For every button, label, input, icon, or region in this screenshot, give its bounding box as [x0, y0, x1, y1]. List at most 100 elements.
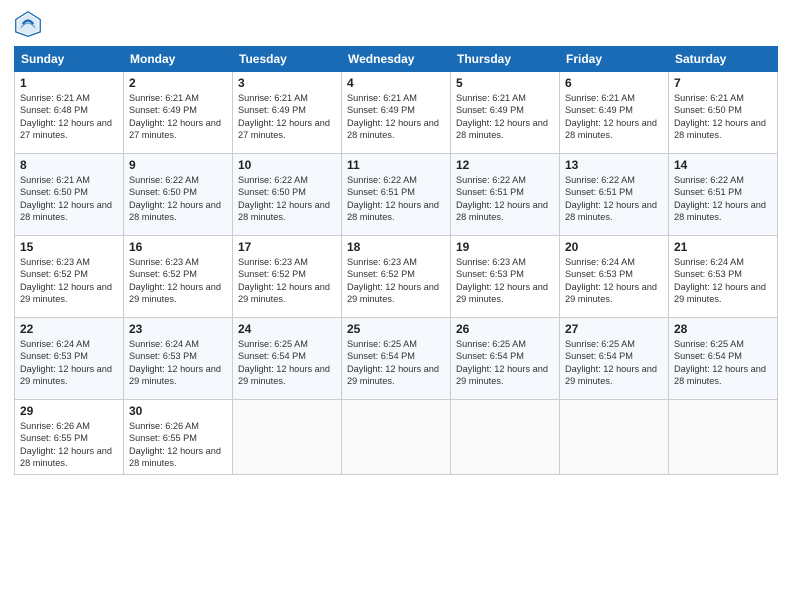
calendar-cell: 8 Sunrise: 6:21 AMSunset: 6:50 PMDaylight…	[15, 154, 124, 236]
cell-info: Sunrise: 6:25 AMSunset: 6:54 PMDaylight:…	[347, 339, 439, 386]
cell-info: Sunrise: 6:25 AMSunset: 6:54 PMDaylight:…	[565, 339, 657, 386]
cell-info: Sunrise: 6:21 AMSunset: 6:50 PMDaylight:…	[20, 175, 112, 222]
day-number: 13	[565, 158, 663, 172]
day-number: 15	[20, 240, 118, 254]
calendar-cell: 15 Sunrise: 6:23 AMSunset: 6:52 PMDayligh…	[15, 236, 124, 318]
cell-info: Sunrise: 6:21 AMSunset: 6:49 PMDaylight:…	[238, 93, 330, 140]
calendar-cell: 17 Sunrise: 6:23 AMSunset: 6:52 PMDayligh…	[233, 236, 342, 318]
cell-info: Sunrise: 6:23 AMSunset: 6:52 PMDaylight:…	[20, 257, 112, 304]
cell-info: Sunrise: 6:23 AMSunset: 6:52 PMDaylight:…	[129, 257, 221, 304]
day-number: 3	[238, 76, 336, 90]
calendar-cell: 20 Sunrise: 6:24 AMSunset: 6:53 PMDayligh…	[560, 236, 669, 318]
calendar-cell: 14 Sunrise: 6:22 AMSunset: 6:51 PMDayligh…	[669, 154, 778, 236]
day-number: 19	[456, 240, 554, 254]
cell-info: Sunrise: 6:22 AMSunset: 6:51 PMDaylight:…	[674, 175, 766, 222]
day-number: 1	[20, 76, 118, 90]
cell-info: Sunrise: 6:26 AMSunset: 6:55 PMDaylight:…	[129, 421, 221, 468]
cell-info: Sunrise: 6:24 AMSunset: 6:53 PMDaylight:…	[674, 257, 766, 304]
day-number: 20	[565, 240, 663, 254]
calendar-cell: 30 Sunrise: 6:26 AMSunset: 6:55 PMDayligh…	[124, 400, 233, 475]
calendar-cell	[669, 400, 778, 475]
calendar-cell: 16 Sunrise: 6:23 AMSunset: 6:52 PMDayligh…	[124, 236, 233, 318]
day-number: 28	[674, 322, 772, 336]
calendar-cell: 13 Sunrise: 6:22 AMSunset: 6:51 PMDayligh…	[560, 154, 669, 236]
day-number: 25	[347, 322, 445, 336]
day-number: 4	[347, 76, 445, 90]
cell-info: Sunrise: 6:21 AMSunset: 6:50 PMDaylight:…	[674, 93, 766, 140]
day-number: 22	[20, 322, 118, 336]
day-number: 14	[674, 158, 772, 172]
cell-info: Sunrise: 6:21 AMSunset: 6:49 PMDaylight:…	[347, 93, 439, 140]
calendar-cell: 1 Sunrise: 6:21 AMSunset: 6:48 PMDaylight…	[15, 72, 124, 154]
cell-info: Sunrise: 6:25 AMSunset: 6:54 PMDaylight:…	[238, 339, 330, 386]
day-number: 21	[674, 240, 772, 254]
day-number: 7	[674, 76, 772, 90]
cell-info: Sunrise: 6:22 AMSunset: 6:51 PMDaylight:…	[347, 175, 439, 222]
cell-info: Sunrise: 6:23 AMSunset: 6:53 PMDaylight:…	[456, 257, 548, 304]
header	[14, 10, 778, 38]
day-number: 5	[456, 76, 554, 90]
cell-info: Sunrise: 6:22 AMSunset: 6:50 PMDaylight:…	[129, 175, 221, 222]
calendar-header-row: SundayMondayTuesdayWednesdayThursdayFrid…	[15, 47, 778, 72]
calendar-cell: 19 Sunrise: 6:23 AMSunset: 6:53 PMDayligh…	[451, 236, 560, 318]
cell-info: Sunrise: 6:26 AMSunset: 6:55 PMDaylight:…	[20, 421, 112, 468]
cell-info: Sunrise: 6:24 AMSunset: 6:53 PMDaylight:…	[565, 257, 657, 304]
calendar-cell: 25 Sunrise: 6:25 AMSunset: 6:54 PMDayligh…	[342, 318, 451, 400]
calendar-cell	[342, 400, 451, 475]
day-number: 18	[347, 240, 445, 254]
calendar-cell: 9 Sunrise: 6:22 AMSunset: 6:50 PMDaylight…	[124, 154, 233, 236]
calendar-cell: 4 Sunrise: 6:21 AMSunset: 6:49 PMDaylight…	[342, 72, 451, 154]
calendar-cell: 12Sunrise: 6:22 AMSunset: 6:51 PMDayligh…	[451, 154, 560, 236]
day-number: 2	[129, 76, 227, 90]
day-number: 11	[347, 158, 445, 172]
calendar-cell: 7 Sunrise: 6:21 AMSunset: 6:50 PMDaylight…	[669, 72, 778, 154]
calendar-cell: 28 Sunrise: 6:25 AMSunset: 6:54 PMDayligh…	[669, 318, 778, 400]
day-number: 16	[129, 240, 227, 254]
day-number: 10	[238, 158, 336, 172]
day-number: 26	[456, 322, 554, 336]
calendar-header-friday: Friday	[560, 47, 669, 72]
day-number: 17	[238, 240, 336, 254]
day-number: 8	[20, 158, 118, 172]
cell-info: Sunrise: 6:25 AMSunset: 6:54 PMDaylight:…	[674, 339, 766, 386]
day-number: 24	[238, 322, 336, 336]
calendar-header-wednesday: Wednesday	[342, 47, 451, 72]
logo-icon	[14, 10, 42, 38]
day-number: 23	[129, 322, 227, 336]
calendar-cell	[451, 400, 560, 475]
calendar-cell: 11 Sunrise: 6:22 AMSunset: 6:51 PMDayligh…	[342, 154, 451, 236]
day-number: 9	[129, 158, 227, 172]
cell-info: Sunrise: 6:21 AMSunset: 6:49 PMDaylight:…	[129, 93, 221, 140]
cell-info: Sunrise: 6:21 AMSunset: 6:48 PMDaylight:…	[20, 93, 112, 140]
calendar-cell	[560, 400, 669, 475]
cell-info: Sunrise: 6:22 AMSunset: 6:51 PMDaylight:…	[565, 175, 657, 222]
calendar-header-monday: Monday	[124, 47, 233, 72]
calendar-cell: 24 Sunrise: 6:25 AMSunset: 6:54 PMDayligh…	[233, 318, 342, 400]
calendar-cell: 3 Sunrise: 6:21 AMSunset: 6:49 PMDaylight…	[233, 72, 342, 154]
cell-info: Sunrise: 6:25 AMSunset: 6:54 PMDaylight:…	[456, 339, 548, 386]
logo	[14, 10, 46, 38]
calendar-cell: 22 Sunrise: 6:24 AMSunset: 6:53 PMDayligh…	[15, 318, 124, 400]
cell-info: Sunrise: 6:23 AMSunset: 6:52 PMDaylight:…	[347, 257, 439, 304]
calendar-cell: 27 Sunrise: 6:25 AMSunset: 6:54 PMDayligh…	[560, 318, 669, 400]
cell-info: Sunrise: 6:24 AMSunset: 6:53 PMDaylight:…	[20, 339, 112, 386]
calendar-header-saturday: Saturday	[669, 47, 778, 72]
cell-info: Sunrise: 6:22 AMSunset: 6:50 PMDaylight:…	[238, 175, 330, 222]
cell-info: Sunrise: 6:23 AMSunset: 6:52 PMDaylight:…	[238, 257, 330, 304]
calendar-cell: 29 Sunrise: 6:26 AMSunset: 6:55 PMDayligh…	[15, 400, 124, 475]
calendar-table: SundayMondayTuesdayWednesdayThursdayFrid…	[14, 46, 778, 475]
calendar-cell: 21 Sunrise: 6:24 AMSunset: 6:53 PMDayligh…	[669, 236, 778, 318]
cell-info: Sunrise: 6:24 AMSunset: 6:53 PMDaylight:…	[129, 339, 221, 386]
calendar-cell: 26 Sunrise: 6:25 AMSunset: 6:54 PMDayligh…	[451, 318, 560, 400]
calendar-header-thursday: Thursday	[451, 47, 560, 72]
day-number: 29	[20, 404, 118, 418]
day-number: 12	[456, 158, 554, 172]
cell-info: Sunrise: 6:21 AMSunset: 6:49 PMDaylight:…	[565, 93, 657, 140]
calendar-header-tuesday: Tuesday	[233, 47, 342, 72]
cell-info: Sunrise: 6:21 AMSunset: 6:49 PMDaylight:…	[456, 93, 548, 140]
day-number: 27	[565, 322, 663, 336]
calendar-cell: 5 Sunrise: 6:21 AMSunset: 6:49 PMDaylight…	[451, 72, 560, 154]
day-number: 30	[129, 404, 227, 418]
calendar-cell: 2 Sunrise: 6:21 AMSunset: 6:49 PMDaylight…	[124, 72, 233, 154]
calendar-cell: 18 Sunrise: 6:23 AMSunset: 6:52 PMDayligh…	[342, 236, 451, 318]
